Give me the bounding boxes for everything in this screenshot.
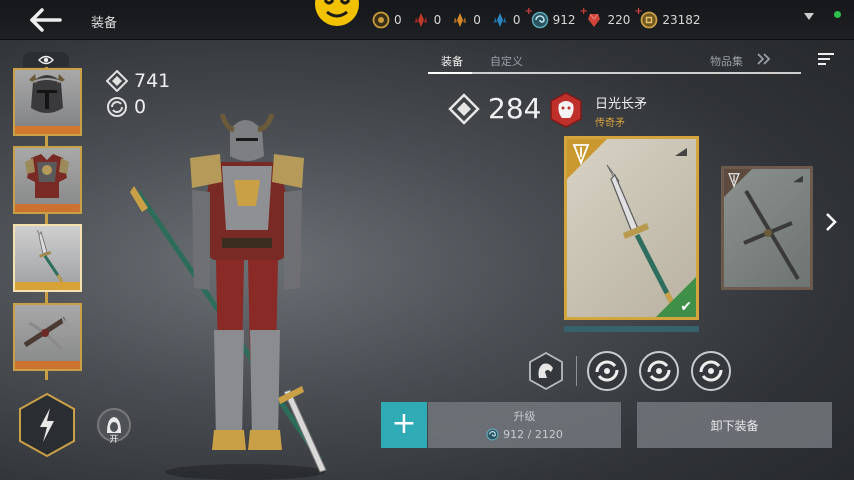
spear-icon	[36, 229, 64, 283]
perk-divider	[576, 356, 577, 386]
slot-helmet[interactable]	[13, 68, 82, 136]
greatsword-artwork	[743, 189, 800, 281]
chevron-right-icon[interactable]	[823, 210, 839, 234]
add-plus-icon: +	[579, 6, 588, 17]
item-name: 日光长矛	[595, 97, 648, 112]
upgrade-button[interactable]: 升级 912 / 2120	[428, 402, 621, 448]
gold-orb-icon	[372, 11, 390, 29]
item-power: 284	[448, 92, 541, 125]
spear-class-icon	[728, 173, 740, 188]
resource-value: 220	[607, 13, 631, 27]
perk-slot-3-button[interactable]	[690, 350, 732, 392]
swirl-orb-icon	[486, 428, 499, 441]
active-tab-indicator	[428, 72, 472, 74]
resource-bar: 0 0 0 0 + 912 + 220 + 23182	[372, 0, 711, 40]
visibility-toggle[interactable]	[23, 52, 69, 67]
slot-ranged[interactable]	[13, 303, 82, 371]
character-power-value: 741	[134, 70, 171, 92]
tab-customize[interactable]: 自定义	[490, 53, 523, 69]
eye-icon	[38, 55, 54, 64]
upgrade-cost-separator: /	[527, 428, 532, 441]
resource-swirl-orb[interactable]: + 912	[525, 6, 576, 29]
upgrade-cost-current: 912	[503, 428, 525, 441]
add-upgrade-resource-button[interactable]: +	[381, 402, 427, 448]
helmet-visibility-toggle[interactable]: 开	[96, 408, 132, 452]
unequip-button[interactable]: 卸下装备	[637, 402, 832, 448]
cycle-icon	[107, 97, 127, 117]
slot-weapon[interactable]	[13, 224, 82, 292]
online-status-icon	[834, 11, 841, 18]
double-chevron-right-icon[interactable]	[756, 52, 772, 66]
resource-value: 0	[433, 13, 442, 27]
page-title: 装备	[91, 16, 118, 31]
slot-rarity-bar	[15, 361, 80, 369]
red-crystal-icon	[414, 13, 427, 27]
checkmark-icon: ✔	[680, 299, 692, 315]
menu-line	[818, 63, 826, 65]
resource-gold-orb[interactable]: 0	[372, 11, 402, 29]
coin-icon	[640, 11, 658, 29]
lion-crest-icon[interactable]	[548, 92, 584, 128]
item-card-alternate[interactable]	[721, 166, 813, 290]
orange-crystal-icon	[454, 13, 467, 27]
menu-line	[818, 58, 830, 60]
perk-slot-2-button[interactable]	[638, 350, 680, 392]
signal-strength-icon	[793, 175, 803, 183]
slot-rarity-bar	[15, 126, 80, 134]
upgrade-cost: 912 / 2120	[428, 428, 621, 441]
item-power-value: 284	[488, 92, 542, 125]
top-bar: 装备 0 0 0 0 + 912 + 220 + 23182	[0, 0, 854, 40]
item-tabs: 装备 自定义 物品集	[428, 48, 801, 74]
add-plus-icon: +	[634, 6, 643, 17]
resource-value: 23182	[662, 13, 701, 27]
upgrade-cost-total: 2120	[534, 428, 563, 441]
resource-value: 912	[552, 13, 576, 27]
item-card-selected[interactable]: ✔	[564, 136, 699, 320]
resource-orange-crystal[interactable]: 0	[451, 11, 481, 29]
add-plus-icon: +	[524, 6, 533, 17]
upgrade-label: 升级	[513, 410, 536, 423]
resource-blue-crystal[interactable]: 0	[491, 11, 521, 29]
menu-line	[818, 53, 834, 55]
helmet-icon	[29, 74, 65, 113]
crossbow-icon	[23, 315, 71, 350]
clan-emblem-icon[interactable]	[313, 0, 361, 28]
tab-item-sets[interactable]: 物品集	[710, 53, 743, 69]
resource-ruby[interactable]: + 220	[579, 6, 631, 29]
perk-hand-button[interactable]	[525, 350, 567, 392]
hero-character	[130, 113, 327, 480]
character-power: 741	[106, 70, 170, 92]
power-diamond-icon	[106, 70, 128, 92]
ruby-icon	[588, 13, 601, 27]
chest-armor-icon	[25, 154, 69, 198]
power-diamond-icon	[448, 92, 480, 125]
item-rarity: 传奇矛	[595, 118, 625, 129]
resource-red-crystal[interactable]: 0	[412, 11, 442, 29]
slot-rarity-bar	[15, 282, 80, 290]
back-arrow-icon	[30, 8, 62, 32]
back-button[interactable]	[28, 6, 64, 34]
resource-value: 0	[512, 13, 521, 27]
shadow-ability-button[interactable]	[16, 392, 78, 458]
swirl-orb-icon	[531, 11, 548, 29]
chevron-down-icon[interactable]	[804, 13, 814, 20]
resource-value: 0	[394, 13, 402, 27]
perk-slot-1-button[interactable]	[586, 350, 628, 392]
sort-menu-button[interactable]	[818, 53, 834, 67]
slot-armor[interactable]	[13, 146, 82, 214]
signal-strength-icon	[675, 148, 687, 156]
tab-equipment[interactable]: 装备	[441, 53, 463, 69]
blue-crystal-icon	[493, 13, 506, 27]
lightning-icon	[19, 392, 75, 458]
resource-value: 0	[473, 13, 481, 27]
resource-coin[interactable]: + 23182	[634, 6, 701, 29]
item-card-progress-bar	[564, 326, 699, 332]
toggle-label: 开	[109, 435, 119, 445]
slot-rarity-bar	[15, 204, 80, 212]
